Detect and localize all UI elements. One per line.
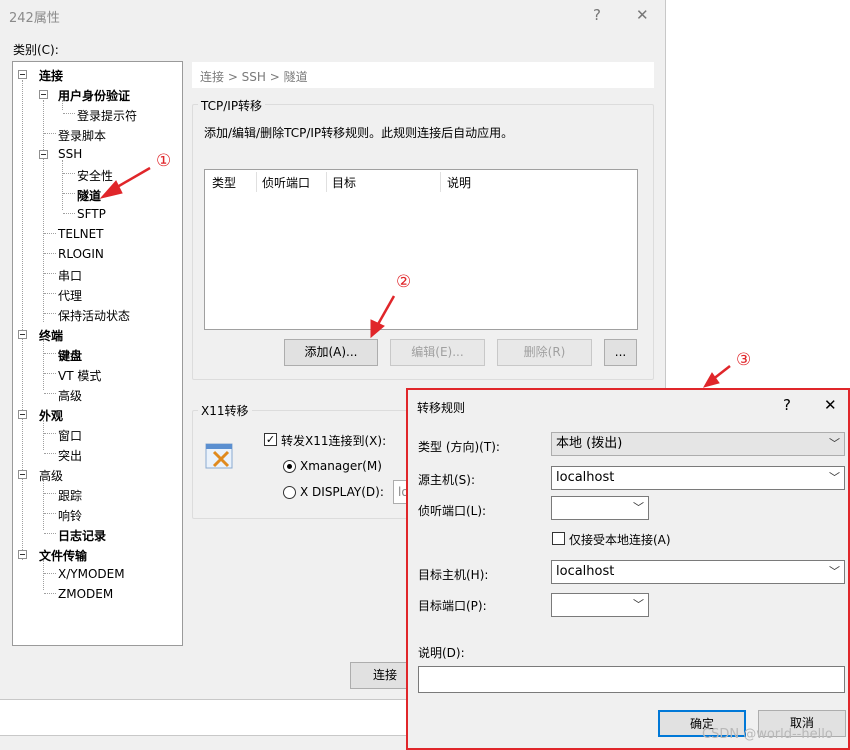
local-only-checkbox[interactable] xyxy=(552,532,565,545)
collapse-icon[interactable] xyxy=(18,410,27,419)
target-port-combo[interactable]: ﹀ xyxy=(551,593,649,617)
breadcrumb-text: 连接 > SSH > 隧道 xyxy=(200,70,308,84)
target-port-label: 目标端口(P): xyxy=(418,599,487,613)
tree-item-zmodem[interactable]: ZMODEM xyxy=(58,587,113,601)
tree-item-proxy[interactable]: 代理 xyxy=(58,287,82,304)
source-host-label: 源主机(S): xyxy=(418,473,476,487)
collapse-icon[interactable] xyxy=(18,330,27,339)
xdisplay-radio-label: X DISPLAY(D): xyxy=(300,485,384,499)
chevron-down-icon: ﹀ xyxy=(829,565,840,578)
category-label: 类别(C): xyxy=(13,43,59,57)
tree-item-rlogin[interactable]: RLOGIN xyxy=(58,247,104,261)
category-tree[interactable]: 连接 用户身份验证 登录提示符 登录脚本 SSH 安全性 隧道 SFTP TEL… xyxy=(12,61,183,646)
tree-item-connection[interactable]: 连接 xyxy=(39,67,63,84)
xdisplay-radio[interactable] xyxy=(283,486,296,499)
target-host-value: localhost xyxy=(556,564,615,579)
column-header-description[interactable]: 说明 xyxy=(447,174,471,191)
listen-port-label: 侦听端口(L): xyxy=(418,504,487,518)
forwarding-rule-dialog: 转移规则 ? ✕ 类型 (方向)(T): 本地 (拨出) ﹀ 源主机(S): l… xyxy=(406,388,850,750)
xmanager-radio-label: Xmanager(M) xyxy=(300,459,382,473)
local-only-label: 仅接受本地连接(A) xyxy=(569,533,671,547)
tree-item-keep-alive[interactable]: 保持活动状态 xyxy=(58,307,130,324)
description-label: 说明(D): xyxy=(418,646,465,660)
annotation-marker-2: ② xyxy=(396,272,412,292)
dialog-close-button[interactable]: ✕ xyxy=(824,396,837,414)
tree-item-trace[interactable]: 跟踪 xyxy=(58,487,82,504)
tree-item-login-prompts[interactable]: 登录提示符 xyxy=(77,107,137,124)
collapse-icon[interactable] xyxy=(18,70,27,79)
source-host-combo[interactable]: localhost ﹀ xyxy=(551,466,845,490)
breadcrumb: 连接 > SSH > 隧道 xyxy=(192,62,654,88)
collapse-icon[interactable] xyxy=(39,90,48,99)
window-title: 242属性 xyxy=(9,11,60,26)
tree-item-tunneling[interactable]: 隧道 xyxy=(77,187,101,204)
type-select[interactable]: 本地 (拨出) ﹀ xyxy=(551,432,845,456)
dialog-title: 转移规则 xyxy=(417,401,466,415)
more-button[interactable]: ... xyxy=(604,339,637,366)
tree-item-appearance[interactable]: 外观 xyxy=(39,407,63,424)
tree-item-security[interactable]: 安全性 xyxy=(77,167,113,184)
xmanager-icon xyxy=(204,440,236,472)
watermark: CSDN @world--hello xyxy=(702,727,833,742)
tree-item-bell[interactable]: 响铃 xyxy=(58,507,82,524)
column-header-listen-port[interactable]: 侦听端口 xyxy=(262,174,310,191)
help-button[interactable]: ? xyxy=(593,6,601,24)
delete-button[interactable]: 删除(R) xyxy=(497,339,592,366)
chevron-down-icon: ﹀ xyxy=(829,437,840,450)
dialog-help-button[interactable]: ? xyxy=(783,396,791,414)
collapse-icon[interactable] xyxy=(18,470,27,479)
tree-item-terminal-advanced[interactable]: 高级 xyxy=(58,387,82,404)
tree-item-ssh[interactable]: SSH xyxy=(58,147,82,161)
chevron-down-icon: ﹀ xyxy=(829,471,840,484)
tree-item-keyboard[interactable]: 键盘 xyxy=(58,347,82,364)
tcp-description: 添加/编辑/删除TCP/IP转移规则。此规则连接后自动应用。 xyxy=(204,126,514,140)
add-button[interactable]: 添加(A)... xyxy=(284,339,378,366)
description-input[interactable] xyxy=(418,666,845,693)
type-select-value: 本地 (拨出) xyxy=(556,436,623,451)
close-button[interactable]: ✕ xyxy=(636,6,649,24)
tree-item-sftp[interactable]: SFTP xyxy=(77,207,106,221)
tree-item-vt-modes[interactable]: VT 模式 xyxy=(58,367,101,384)
chevron-down-icon: ﹀ xyxy=(633,598,644,611)
taskbar-strip xyxy=(0,735,406,750)
collapse-icon[interactable] xyxy=(18,550,27,559)
forward-x11-label: 转发X11连接到(X): xyxy=(281,434,387,448)
tree-item-login-script[interactable]: 登录脚本 xyxy=(58,127,106,144)
collapse-icon[interactable] xyxy=(39,150,48,159)
annotation-marker-3: ③ xyxy=(736,350,752,370)
tree-item-advanced[interactable]: 高级 xyxy=(39,467,63,484)
type-label: 类型 (方向)(T): xyxy=(418,440,500,454)
tcp-group-title: TCP/IP转移 xyxy=(198,97,266,114)
source-host-value: localhost xyxy=(556,470,615,485)
tree-item-window[interactable]: 窗口 xyxy=(58,427,82,444)
column-header-type[interactable]: 类型 xyxy=(212,174,236,191)
chevron-down-icon: ﹀ xyxy=(633,501,644,514)
tree-item-logging[interactable]: 日志记录 xyxy=(58,527,106,544)
column-header-target[interactable]: 目标 xyxy=(332,174,356,191)
tree-item-highlight[interactable]: 突出 xyxy=(58,447,82,464)
tree-item-xymodem[interactable]: X/YMODEM xyxy=(58,567,125,581)
forwarding-rules-table[interactable]: 类型 侦听端口 目标 说明 xyxy=(204,169,638,330)
forward-x11-checkbox[interactable]: ✓ xyxy=(264,433,277,446)
annotation-marker-1: ① xyxy=(156,151,172,171)
x11-group-title: X11转移 xyxy=(198,402,252,419)
target-host-combo[interactable]: localhost ﹀ xyxy=(551,560,845,584)
edit-button[interactable]: 编辑(E)... xyxy=(390,339,485,366)
tree-item-file-transfer[interactable]: 文件传输 xyxy=(39,547,87,564)
tree-item-serial[interactable]: 串口 xyxy=(58,267,82,284)
tree-item-user-auth[interactable]: 用户身份验证 xyxy=(58,87,130,104)
tree-item-terminal[interactable]: 终端 xyxy=(39,327,63,344)
tree-item-telnet[interactable]: TELNET xyxy=(58,227,104,241)
target-host-label: 目标主机(H): xyxy=(418,568,489,582)
listen-port-combo[interactable]: ﹀ xyxy=(551,496,649,520)
xmanager-radio[interactable] xyxy=(283,460,296,473)
